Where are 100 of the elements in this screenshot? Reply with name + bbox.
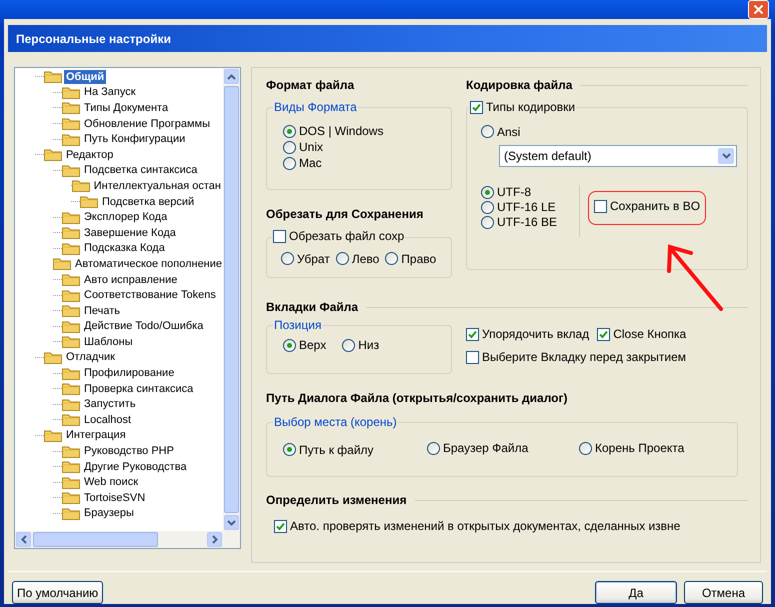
close-button[interactable] — [748, 0, 769, 19]
scroll-thumb[interactable] — [224, 86, 239, 513]
vertical-scrollbar[interactable] — [223, 68, 240, 531]
radio-option[interactable]: DOS | Windows — [283, 124, 435, 138]
tree-item[interactable]: Эксплорер Кода — [82, 210, 170, 224]
horizontal-scrollbar[interactable] — [15, 531, 223, 548]
folder-icon — [62, 86, 80, 99]
radio-option[interactable]: Корень Проекта — [579, 441, 684, 455]
tree-item[interactable]: Общий — [64, 70, 106, 84]
radio-circle[interactable] — [579, 442, 592, 454]
group-label: Позиция — [273, 318, 322, 332]
folder-icon — [62, 382, 80, 396]
folder-icon — [62, 506, 80, 520]
radio-option[interactable]: UTF-16 LE — [481, 200, 558, 214]
checkbox-option[interactable]: Обрезать файл сохр — [273, 229, 404, 243]
folder-icon — [62, 398, 80, 411]
checkbox-option[interactable]: Упорядочить вклад — [466, 327, 590, 341]
scroll-down-button[interactable] — [224, 515, 239, 530]
checkbox-square[interactable] — [470, 100, 483, 114]
tree-item[interactable]: TortoiseSVN — [82, 490, 148, 505]
radio-option[interactable]: Верх — [283, 338, 326, 352]
window-title: Персональные настройки — [16, 32, 171, 46]
radio-option[interactable]: Убрат — [281, 252, 330, 266]
checkbox-option[interactable]: Типы кодировки — [470, 100, 576, 114]
checkbox-option[interactable]: Close Кнопка — [597, 327, 686, 341]
radio-circle[interactable] — [427, 442, 440, 454]
tree-item[interactable]: Подсказка Кода — [82, 241, 167, 256]
tree-item[interactable]: Подсветка версий — [100, 194, 196, 209]
tree-item[interactable]: Профилирование — [82, 366, 176, 380]
checkbox-square[interactable] — [594, 200, 608, 212]
scroll-left-button[interactable] — [16, 532, 31, 547]
radio-option[interactable]: Лево — [336, 252, 380, 266]
radio-circle[interactable] — [481, 186, 494, 198]
tree-item[interactable]: Интеллектуальная остан — [92, 178, 223, 193]
radio-option[interactable]: Путь к файлу — [283, 442, 374, 456]
radio-circle[interactable] — [336, 252, 349, 265]
cancel-button[interactable]: Отмена — [684, 581, 763, 604]
tree-item[interactable]: Обновление Программы — [82, 116, 212, 131]
radio-option[interactable]: Ansi — [481, 124, 520, 138]
tree-item[interactable]: Web поиск — [82, 475, 140, 490]
checkbox-square[interactable] — [466, 350, 479, 364]
tree-item[interactable]: На Запуск — [82, 85, 138, 100]
tree-item[interactable]: Шаблоны — [82, 334, 135, 349]
folder-icon — [62, 366, 80, 380]
radio-option[interactable]: Mac — [283, 156, 435, 170]
default-button[interactable]: По умолчанию — [12, 581, 104, 604]
radio-circle[interactable] — [283, 124, 296, 138]
tree-item[interactable]: Другие Руководства — [82, 460, 189, 474]
section-heading: Обрезать для Сохранения — [266, 207, 424, 221]
scroll-up-button[interactable] — [224, 69, 239, 84]
tree-item[interactable]: Отладчик — [64, 350, 117, 364]
ok-button[interactable]: Да — [595, 581, 677, 604]
radio-option[interactable]: Право — [385, 252, 436, 266]
tree-item[interactable]: Авто исправление — [82, 272, 180, 287]
tree-item[interactable]: Запустить — [82, 397, 138, 412]
radio-circle[interactable] — [281, 252, 294, 265]
radio-circle[interactable] — [283, 156, 296, 170]
section-heading: Формат файла — [266, 78, 354, 92]
radio-circle[interactable] — [385, 252, 398, 265]
radio-circle[interactable] — [481, 200, 494, 214]
radio-circle[interactable] — [283, 338, 296, 352]
radio-circle[interactable] — [481, 125, 494, 138]
radio-circle[interactable] — [481, 216, 494, 228]
tree-item[interactable]: Печать — [82, 304, 122, 318]
folder-icon — [72, 179, 90, 192]
checkbox-square[interactable] — [597, 328, 610, 340]
radio-circle[interactable] — [283, 443, 296, 456]
checkbox-square[interactable] — [466, 328, 479, 340]
checkbox-option[interactable]: Выберите Вкладку перед закрытием — [466, 350, 686, 364]
tree-item[interactable]: Редактор — [64, 148, 116, 162]
radio-option[interactable]: Unix — [283, 140, 435, 154]
radio-circle[interactable] — [342, 338, 356, 352]
chevron-up-icon — [227, 74, 236, 80]
scroll-right-button[interactable] — [207, 532, 222, 547]
checkbox-square[interactable] — [274, 520, 287, 532]
group-label: Виды Формата — [273, 100, 358, 114]
tree-item[interactable]: Интеграция — [64, 428, 128, 442]
radio-option[interactable]: Браузер Файла — [427, 441, 528, 455]
tree-item[interactable]: Путь Конфигурации — [82, 132, 188, 146]
checkbox-option[interactable]: Сохранить в BO — [594, 199, 700, 213]
tree-item[interactable]: Автоматическое пополнение — [73, 256, 223, 271]
radio-circle[interactable] — [283, 140, 296, 154]
tree-item[interactable]: Браузеры — [82, 506, 136, 520]
checkbox-option[interactable]: Авто. проверять изменений в открытых документах, сделанных извне — [274, 519, 680, 533]
encoding-dropdown[interactable]: (System default) — [499, 145, 737, 167]
tree-item[interactable]: Типы Документа — [82, 100, 170, 115]
tree-item[interactable]: Localhost — [82, 412, 134, 427]
radio-option[interactable]: UTF-8 — [481, 185, 558, 199]
tree-item[interactable]: Завершение Кода — [82, 226, 178, 240]
radio-option[interactable]: UTF-16 BE — [481, 215, 558, 229]
group-label: Выбор места (корень) — [273, 415, 398, 429]
folder-icon — [53, 257, 71, 270]
tree-item[interactable]: Проверка синтаксиса — [82, 382, 196, 396]
tree-item[interactable]: Руководство PHP — [82, 444, 176, 458]
tree-item[interactable]: Действие Todo/Ошибка — [82, 319, 206, 334]
radio-option[interactable]: Низ — [342, 338, 380, 352]
tree-item[interactable]: Подсветка синтаксиса — [82, 163, 200, 178]
tree-item[interactable]: Соответствование Tokens — [82, 288, 218, 302]
scroll-thumb[interactable] — [33, 532, 158, 547]
checkbox-square[interactable] — [273, 230, 286, 242]
